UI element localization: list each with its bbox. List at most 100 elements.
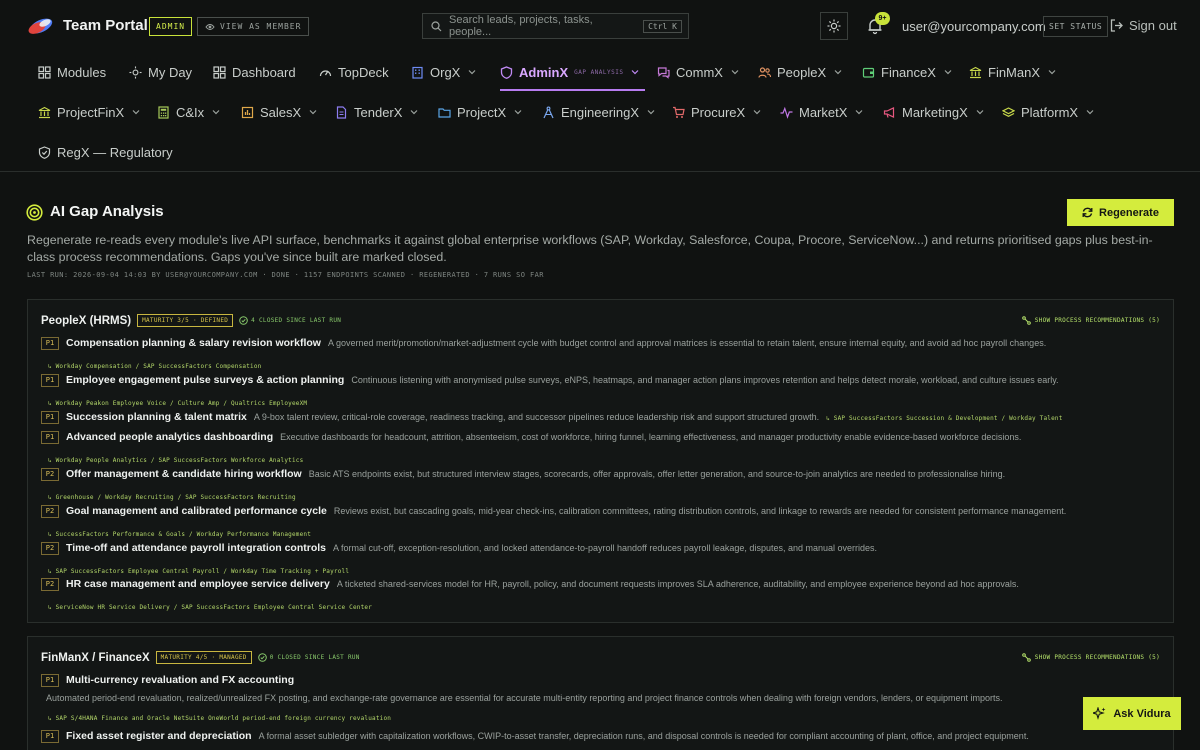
- ask-assistant-label: Ask Vidura: [1113, 707, 1171, 720]
- nav-label: PlatformX: [1021, 104, 1079, 120]
- nav-item-my-day[interactable]: My Day: [129, 62, 192, 82]
- nav-item-dashboard[interactable]: Dashboard: [213, 62, 296, 82]
- nav-label: FinanceX: [881, 64, 936, 80]
- chevron-down-icon: [753, 110, 761, 115]
- user-email[interactable]: user@yourcompany.com: [902, 19, 1046, 34]
- priority-badge: P1: [41, 337, 59, 350]
- shield-check-icon: [38, 145, 51, 159]
- gap-item[interactable]: P2 Offer management & candidate hiring wo…: [41, 468, 1166, 504]
- nav-label: MarketX: [799, 104, 848, 120]
- gap-item[interactable]: P2 Time-off and attendance payroll integr…: [41, 542, 1166, 578]
- nav-label: TopDeck: [338, 64, 389, 80]
- gap-item[interactable]: P1 Compensation planning & salary revisio…: [41, 337, 1166, 373]
- gauge-icon: [319, 69, 332, 76]
- theme-toggle-button[interactable]: [820, 12, 848, 40]
- priority-badge: P1: [41, 374, 59, 387]
- nav-label: ProcureX: [691, 104, 746, 120]
- nav-label: MarketingX: [902, 104, 968, 120]
- closed-count: 0 CLOSED SINCE LAST RUN: [257, 653, 360, 662]
- gap-description: Executive dashboards for headcount, attr…: [280, 432, 1022, 442]
- target-icon: [26, 204, 43, 221]
- nav-item-regx[interactable]: RegX — Regulatory: [38, 142, 173, 162]
- cart-icon: [673, 106, 685, 118]
- ask-assistant-button[interactable]: Ask Vidura: [1083, 697, 1181, 730]
- megaphone-icon: [883, 106, 895, 118]
- sign-out-button[interactable]: Sign out: [1110, 18, 1177, 33]
- nav-item-procurex[interactable]: ProcureX: [672, 102, 761, 122]
- gap-item[interactable]: P1 Advanced people analytics dashboarding…: [41, 431, 1166, 467]
- view-as-member-label: VIEW AS MEMBER: [220, 22, 302, 31]
- nav-label: Modules: [57, 64, 107, 80]
- chevron-down-icon: [944, 70, 952, 75]
- chevron-down-icon: [855, 110, 863, 115]
- nav-label: AdminX: [519, 64, 569, 80]
- chat-icon: [657, 66, 670, 79]
- nav-divider: [0, 171, 1200, 172]
- gap-description: Continuous listening with anonymised pul…: [351, 375, 1059, 385]
- nav-label: OrgX: [430, 64, 461, 80]
- role-badge: ADMIN: [149, 17, 193, 36]
- gap-item[interactable]: P2 Goal management and calibrated perform…: [41, 505, 1166, 541]
- set-status-button[interactable]: SET STATUS: [1043, 16, 1109, 37]
- active-tab-indicator: [500, 89, 645, 91]
- gap-title: HR case management and employee service …: [66, 578, 330, 590]
- nav-item-engineeringx[interactable]: EngineeringX: [542, 102, 655, 122]
- gap-item[interactable]: P1 Employee engagement pulse surveys & ac…: [41, 374, 1166, 410]
- nav-item-cix[interactable]: C&Ix: [157, 102, 220, 122]
- nav-label: RegX — Regulatory: [57, 144, 173, 160]
- page-title: AI Gap Analysis: [50, 203, 164, 220]
- nav-item-adminx[interactable]: AdminX GAP ANALYSIS: [500, 62, 639, 82]
- gap-reference: ↳ SuccessFactors Performance & Goals / W…: [48, 531, 312, 538]
- nav-item-finmanx[interactable]: FinManX: [969, 62, 1056, 82]
- gap-item[interactable]: P1 Succession planning & talent matrix A 9…: [41, 411, 1166, 425]
- refresh-icon: [1082, 207, 1093, 218]
- search-placeholder: Search leads, projects, tasks, people...: [449, 14, 593, 38]
- gap-description: Reviews exist, but cascading goals, mid-…: [333, 506, 1067, 516]
- gap-item[interactable]: P2 HR case management and employee servic…: [41, 578, 1166, 614]
- gap-description: A formal cut-off, exception-resolution, …: [333, 543, 878, 553]
- chevron-down-icon: [514, 110, 522, 115]
- top-bar: Team Portal ADMIN VIEW AS MEMBER Search …: [0, 0, 1200, 52]
- bank-icon: [969, 66, 982, 78]
- nav-item-peoplex[interactable]: PeopleX: [758, 62, 842, 82]
- nav-item-marketx[interactable]: MarketX: [780, 102, 863, 122]
- nav-item-commx[interactable]: CommX: [657, 62, 739, 82]
- gap-title: Compensation planning & salary revision …: [66, 337, 321, 349]
- nav-item-orgx[interactable]: OrgX: [411, 62, 476, 82]
- gap-item[interactable]: P1 Fixed asset register and depreciation A…: [41, 730, 1166, 744]
- gap-title: Offer management & candidate hiring work…: [66, 468, 302, 480]
- nav-item-projectfinx[interactable]: ProjectFinX: [38, 102, 140, 122]
- priority-badge: P1: [41, 674, 59, 687]
- nav-item-topdeck[interactable]: TopDeck: [319, 62, 389, 82]
- gap-reference: ↳ ServiceNow HR Service Delivery / SAP S…: [48, 604, 373, 611]
- nav-item-projectx[interactable]: ProjectX: [438, 102, 522, 122]
- wallet-icon: [862, 67, 875, 78]
- nav-label: Dashboard: [232, 64, 296, 80]
- chevron-down-icon: [834, 70, 842, 75]
- show-recommendations-button[interactable]: SHOW PROCESS RECOMMENDATIONS (5): [1021, 316, 1160, 325]
- regenerate-button[interactable]: Regenerate: [1067, 199, 1174, 226]
- card-title: PeopleX (HRMS): [41, 314, 132, 327]
- nav-item-platformx[interactable]: PlatformX: [1002, 102, 1094, 122]
- priority-badge: P2: [41, 578, 59, 591]
- nav-item-modules[interactable]: Modules: [38, 62, 106, 82]
- closed-count-label: 4 CLOSED SINCE LAST RUN: [251, 317, 342, 324]
- show-recommendations-label: SHOW PROCESS RECOMMENDATIONS (5): [1034, 317, 1160, 324]
- pulse-icon: [780, 106, 793, 119]
- gap-item[interactable]: P1 Multi-currency revaluation and FX acco…: [41, 674, 1166, 725]
- gap-reference: ↳ Workday People Analytics / SAP Success…: [48, 457, 304, 464]
- nav-item-salesx[interactable]: SalesX: [241, 102, 317, 122]
- folder-icon: [438, 107, 451, 118]
- nav-item-financex[interactable]: FinanceX: [862, 62, 952, 82]
- nav-item-marketingx[interactable]: MarketingX: [883, 102, 984, 122]
- search-input[interactable]: Search leads, projects, tasks, people...…: [422, 13, 689, 39]
- show-recommendations-button[interactable]: SHOW PROCESS RECOMMENDATIONS (5): [1021, 653, 1160, 662]
- nav-item-tenderx[interactable]: TenderX: [335, 102, 418, 122]
- nav-label: My Day: [148, 64, 193, 80]
- brand-name[interactable]: Team Portal: [63, 17, 148, 34]
- app-logo-icon[interactable]: [26, 16, 54, 36]
- view-as-member-button[interactable]: VIEW AS MEMBER: [197, 17, 310, 36]
- priority-badge: P2: [41, 505, 59, 518]
- nav-label: CommX: [676, 64, 723, 80]
- compass-icon: [543, 106, 554, 118]
